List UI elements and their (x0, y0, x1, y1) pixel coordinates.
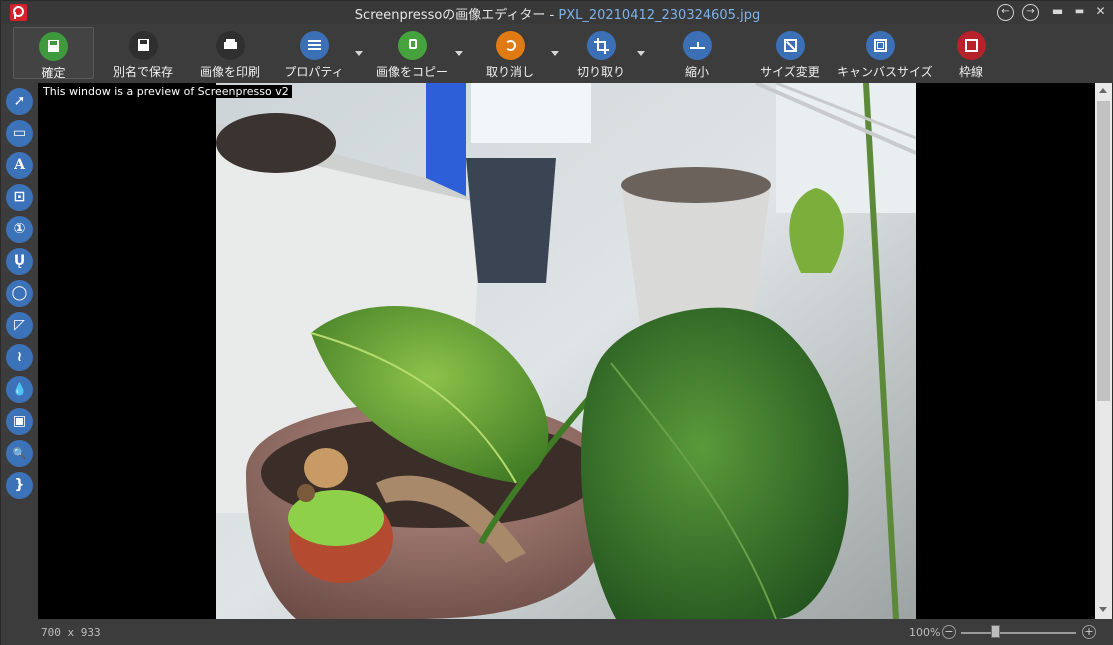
undo-dropdown-icon[interactable] (551, 51, 559, 56)
shrink-button[interactable]: 縮小 (667, 27, 727, 79)
back-arrow-icon[interactable]: ← (997, 4, 1014, 21)
numbering-tool-icon[interactable]: ① (6, 216, 33, 243)
save-icon (39, 32, 68, 61)
canvas-size-label: キャンバスサイズ (837, 65, 933, 79)
plant-photo[interactable] (216, 83, 916, 619)
list-icon (299, 31, 329, 60)
resize-icon (775, 31, 805, 60)
magnifier-tool-icon[interactable]: 🔍 (6, 440, 33, 467)
status-bar: 700 x 933 100% − + (1, 619, 1113, 645)
canvas-size-button[interactable]: キャンバスサイズ (837, 27, 933, 79)
copy-icon (397, 31, 427, 60)
copy-image-label: 画像をコピー (375, 65, 448, 79)
zoom-level: 100% (909, 626, 941, 639)
image-canvas[interactable]: This window is a preview of Screenpresso… (38, 83, 1095, 619)
border-button[interactable]: 枠線 (943, 27, 999, 79)
forward-arrow-icon[interactable]: → (1022, 4, 1039, 21)
crop-label: 切り取り (576, 65, 625, 79)
resize-label: サイズ変更 (760, 65, 820, 79)
save-as-button[interactable]: 別名で保存 (104, 27, 182, 79)
properties-dropdown-icon[interactable] (355, 51, 363, 56)
image-tool-icon[interactable]: ▣ (6, 408, 33, 435)
maximize-button[interactable]: ▬ (1071, 4, 1088, 21)
crop-icon (586, 31, 616, 60)
properties-button[interactable]: プロパティ (281, 27, 347, 79)
resize-button[interactable]: サイズ変更 (753, 27, 827, 79)
text-tool-icon[interactable]: A (6, 152, 33, 179)
editor-window: Screenpressoの画像エディター - PXL_20210412_2303… (0, 0, 1113, 645)
zoom-in-button[interactable]: + (1082, 625, 1096, 639)
zoom-slider[interactable] (961, 632, 1076, 634)
freehand-tool-icon[interactable]: ≀ (6, 344, 33, 371)
zoom-slider-thumb[interactable] (991, 625, 1000, 638)
save-as-label: 別名で保存 (112, 65, 173, 79)
preview-notice: This window is a preview of Screenpresso… (40, 85, 292, 98)
ellipse-tool-icon[interactable]: ◯ (6, 280, 33, 307)
border-icon (956, 31, 986, 60)
minimize-button[interactable]: ▬ (1049, 4, 1066, 21)
rectangle-tool-icon[interactable]: ▭ (6, 120, 33, 147)
properties-label: プロパティ (284, 65, 344, 79)
callout-tool-icon[interactable]: ⊡ (6, 184, 33, 211)
window-title: Screenpressoの画像エディター - PXL_20210412_2303… (1, 4, 1113, 23)
confirm-label: 確定 (41, 66, 66, 80)
print-icon (215, 31, 245, 60)
image-dimensions: 700 x 933 (41, 626, 101, 639)
shrink-label: 縮小 (684, 65, 709, 79)
undo-button[interactable]: 取り消し (477, 27, 543, 79)
toolbar: 確定 別名で保存 画像を印刷 プロパティ 画像をコピー 取り消し 切り取り 縮小… (1, 24, 1113, 83)
title-bar: Screenpressoの画像エディター - PXL_20210412_2303… (1, 1, 1113, 24)
print-label: 画像を印刷 (199, 65, 260, 79)
scroll-up-icon[interactable] (1099, 88, 1107, 93)
confirm-button[interactable]: 確定 (13, 27, 94, 80)
vertical-scrollbar[interactable] (1095, 83, 1112, 619)
tool-sidebar: ➚ ▭ A ⊡ ① Ų ◯ ◸ ≀ 💧 ▣ 🔍 } (1, 83, 38, 619)
crop-dropdown-icon[interactable] (637, 51, 645, 56)
photo-image (216, 83, 916, 619)
close-button[interactable]: ✕ (1092, 4, 1109, 21)
title-app-name: Screenpressoの画像エディター (354, 8, 546, 23)
scroll-down-icon[interactable] (1099, 607, 1107, 612)
undo-label: 取り消し (485, 65, 534, 79)
canvas-size-icon (865, 31, 895, 60)
title-file-name: PXL_20210412_230324605.jpg (558, 8, 761, 23)
copy-image-button[interactable]: 画像をコピー (373, 27, 451, 79)
save-as-icon (128, 31, 158, 60)
zoom-out-button[interactable]: − (942, 625, 956, 639)
magnet-tool-icon[interactable]: Ų (6, 248, 33, 275)
undo-icon (495, 31, 525, 60)
bracket-tool-icon[interactable]: } (6, 472, 33, 499)
print-button[interactable]: 画像を印刷 (191, 27, 269, 79)
border-label: 枠線 (958, 65, 983, 79)
shrink-icon (682, 31, 712, 60)
polygon-tool-icon[interactable]: ◸ (6, 312, 33, 339)
arrow-tool-icon[interactable]: ➚ (6, 88, 33, 115)
scroll-thumb[interactable] (1097, 101, 1110, 401)
title-separator: - (545, 8, 559, 23)
blur-tool-icon[interactable]: 💧 (6, 376, 33, 403)
crop-button[interactable]: 切り取り (571, 27, 631, 79)
copy-dropdown-icon[interactable] (455, 51, 463, 56)
